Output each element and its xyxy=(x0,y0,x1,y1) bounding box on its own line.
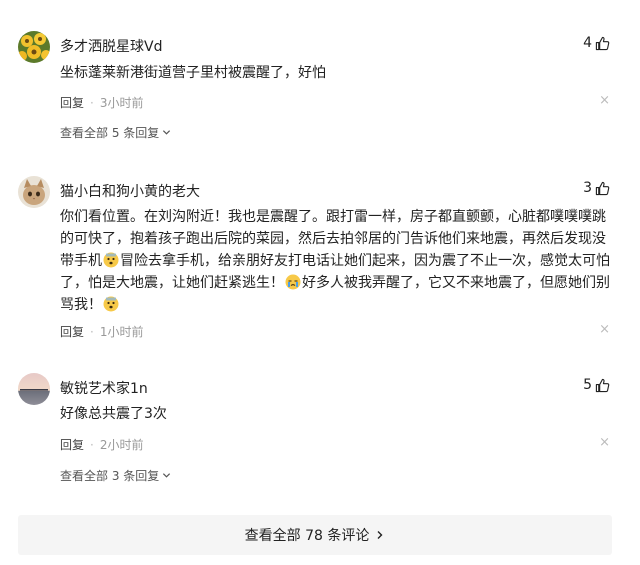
text-segment: 好多人被我弄醒了，它又不来地震了，但愿她们别 xyxy=(302,275,610,291)
view-all-comments-label: 查看全部 78 条评论 xyxy=(244,528,370,544)
text-segment: 的可快了，抱着孩子跑出后院的菜园，然后去拍邻居的门告诉他们来地震，再然后发现没 xyxy=(60,231,606,247)
thumbs-up-icon xyxy=(595,36,610,50)
view-replies-button[interactable]: 查看全部 3 条回复 xyxy=(60,467,171,484)
thumbs-up-icon xyxy=(595,181,610,195)
comment-line: 带手机 冒险去拿手机，给亲朋好友打电话让她们起来，因为震了不止一次，感觉太可怕 xyxy=(60,250,620,272)
comment-line: 了，怕是大地震，让她们赶紧逃生！ 好多人被我弄醒了，它又不来地震了，但愿她们别 xyxy=(60,272,620,294)
timestamp: 2小时前 xyxy=(99,438,144,452)
comment-meta: 回复 · 2小时前 xyxy=(60,436,143,453)
reply-button[interactable]: 回复 xyxy=(60,94,84,111)
username[interactable]: 敏锐艺术家1n xyxy=(60,378,148,398)
fearful-emoji-icon xyxy=(103,252,119,268)
chevron-down-icon xyxy=(163,473,171,478)
like-count: 5 xyxy=(583,377,592,393)
close-icon[interactable]: × xyxy=(599,322,610,337)
close-icon[interactable]: × xyxy=(599,435,610,450)
like-count: 3 xyxy=(583,180,592,196)
comment-meta: 回复 · 3小时前 xyxy=(60,94,143,111)
text-segment: 带手机 xyxy=(60,253,102,269)
username[interactable]: 猫小白和狗小黄的老大 xyxy=(60,181,200,201)
timestamp: 3小时前 xyxy=(99,96,144,110)
view-all-comments-button[interactable]: 查看全部 78 条评论 xyxy=(18,515,612,555)
chevron-down-icon xyxy=(163,130,171,135)
comment-text: 好像总共震了3次 xyxy=(60,403,620,425)
comment-line: 骂我！ xyxy=(60,294,620,316)
separator: · xyxy=(90,437,94,452)
timestamp: 1小时前 xyxy=(99,325,144,339)
comment-line: 坐标蓬莱新港街道营子里村被震醒了，好怕 xyxy=(60,65,326,81)
text-segment: 了，怕是大地震，让她们赶紧逃生！ xyxy=(60,275,284,291)
fearful-emoji-icon xyxy=(103,296,119,312)
separator: · xyxy=(90,95,94,110)
comment-line: 的可快了，抱着孩子跑出后院的菜园，然后去拍邻居的门告诉他们来地震，再然后发现没 xyxy=(60,228,620,250)
view-replies-button[interactable]: 查看全部 5 条回复 xyxy=(60,124,171,141)
crying-emoji-icon xyxy=(285,274,301,290)
reply-button[interactable]: 回复 xyxy=(60,323,84,340)
like-count: 4 xyxy=(583,35,592,51)
view-replies-label: 查看全部 5 条回复 xyxy=(60,126,160,140)
like-button[interactable]: 4 xyxy=(583,35,610,51)
like-button[interactable]: 5 xyxy=(583,377,610,393)
text-segment: 骂我！ xyxy=(60,297,102,313)
comment-line: 好像总共震了3次 xyxy=(60,406,167,422)
like-button[interactable]: 3 xyxy=(583,180,610,196)
text-segment: 你们看位置。在刘沟附近！我也是震醒了。跟打雷一样，房子都直颤颤，心脏都噗噗噗跳 xyxy=(60,209,606,225)
reply-button[interactable]: 回复 xyxy=(60,436,84,453)
comment-line: 你们看位置。在刘沟附近！我也是震醒了。跟打雷一样，房子都直颤颤，心脏都噗噗噗跳 xyxy=(60,206,620,228)
separator: · xyxy=(90,324,94,339)
text-segment: 冒险去拿手机，给亲朋好友打电话让她们起来，因为震了不止一次，感觉太可怕 xyxy=(120,253,610,269)
thumbs-up-icon xyxy=(595,378,610,392)
chevron-right-icon xyxy=(377,531,383,539)
comment-text: 坐标蓬莱新港街道营子里村被震醒了，好怕 xyxy=(60,62,620,84)
avatar[interactable] xyxy=(18,176,50,208)
username[interactable]: 多才洒脱星球Vd xyxy=(60,36,162,56)
avatar[interactable] xyxy=(18,373,50,405)
avatar[interactable] xyxy=(18,31,50,63)
comment-text: 你们看位置。在刘沟附近！我也是震醒了。跟打雷一样，房子都直颤颤，心脏都噗噗噗跳 … xyxy=(60,206,620,316)
close-icon[interactable]: × xyxy=(599,93,610,108)
view-replies-label: 查看全部 3 条回复 xyxy=(60,469,160,483)
comment-meta: 回复 · 1小时前 xyxy=(60,323,143,340)
